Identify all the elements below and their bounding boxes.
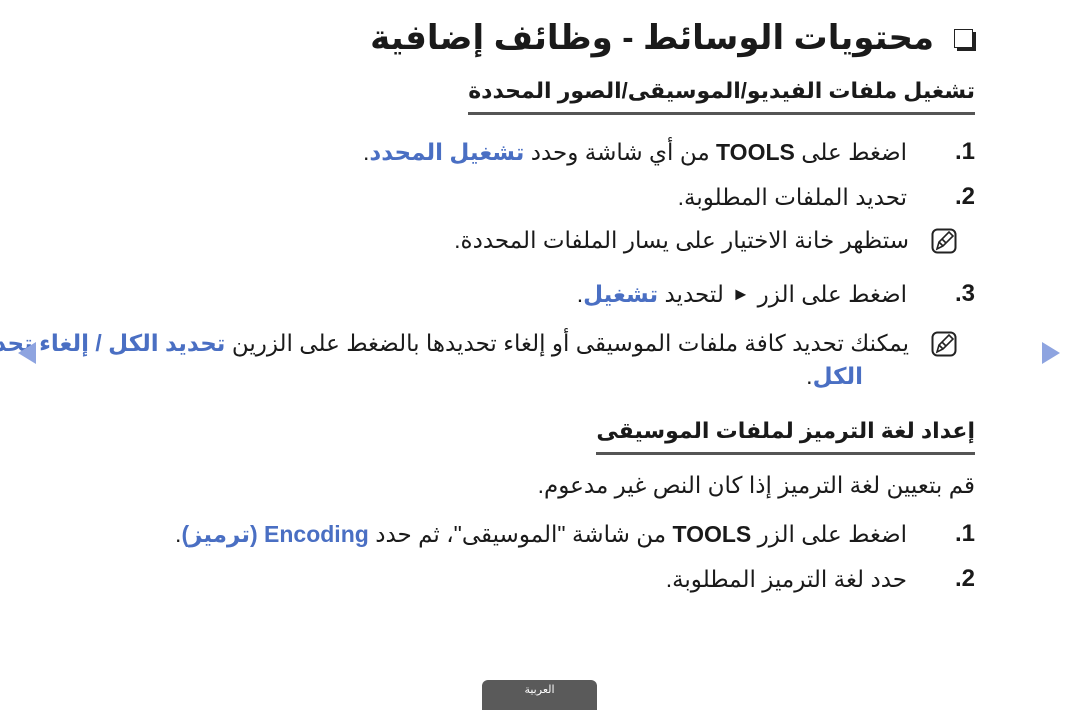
select-all-link[interactable]: تحديد الكل [108, 330, 225, 357]
encoding-step-1: 1. اضغط على الزر TOOLS من شاشة "الموسيقى… [175, 520, 975, 548]
note-text: ستظهر خانة الاختيار على يسار الملفات الم… [454, 227, 909, 253]
right-button-icon: ► [731, 283, 750, 304]
arrow-right-icon[interactable] [1042, 342, 1060, 364]
deselect-all-link[interactable]: إلغاء تحديد [0, 330, 89, 357]
section-heading-encoding: إعداد لغة الترميز لملفات الموسيقى [596, 418, 975, 455]
note-punct: . [806, 363, 813, 389]
step-number: 1. [954, 138, 975, 165]
encoding-link[interactable]: Encoding (ترميز) [181, 521, 368, 548]
note-text: يمكنك تحديد كافة ملفات الموسيقى أو إلغاء… [231, 330, 909, 356]
deselect-all-link-cont[interactable]: الكل [813, 363, 863, 390]
step-text: من شاشة "الموسيقى"، ثم حدد [375, 520, 667, 547]
note-1: ستظهر خانة الاختيار على يسار الملفات الم… [454, 227, 975, 254]
note-2-cont: الكل . [806, 363, 863, 390]
note-2: يمكنك تحديد كافة ملفات الموسيقى أو إلغاء… [0, 330, 975, 357]
step-number: 2. [954, 565, 975, 592]
step-text: تحديد الملفات المطلوبة. [677, 183, 907, 210]
separator: / [95, 330, 102, 356]
tools-key: TOOLS [716, 138, 795, 165]
step-punct: . [576, 280, 584, 307]
step-text: لتحديد [664, 280, 724, 307]
language-tab[interactable]: العربية [482, 680, 597, 710]
checkbox-bullet-icon [954, 28, 973, 48]
step-text: من أي شاشة وحدد [530, 138, 710, 165]
step-2: 2. تحديد الملفات المطلوبة. [678, 183, 975, 211]
note-pencil-icon [931, 331, 957, 356]
tools-key: TOOLS [672, 520, 752, 547]
step-number: 2. [954, 183, 975, 210]
play-selected-link[interactable]: تشغيل المحدد [369, 139, 524, 166]
step-text: حدد لغة الترميز المطلوبة. [665, 565, 907, 592]
step-text: اضغط على الزر [757, 520, 907, 547]
step-text: اضغط على [801, 138, 907, 165]
step-3: 3. اضغط على الزر ► لتحديد تشغيل . [577, 280, 975, 308]
step-punct: . [363, 138, 370, 165]
page-title-row: محتويات الوسائط - وظائف إضافية [370, 18, 975, 58]
section-heading-play-selected: تشغيل ملفات الفيديو/الموسيقى/الصور المحد… [468, 78, 975, 115]
page-title: محتويات الوسائط - وظائف إضافية [370, 19, 934, 57]
play-link[interactable]: تشغيل [583, 281, 658, 308]
step-text: اضغط على الزر [757, 280, 907, 307]
encoding-step-2: 2. حدد لغة الترميز المطلوبة. [666, 565, 975, 593]
note-pencil-icon [931, 228, 957, 253]
step-number: 1. [954, 520, 975, 547]
encoding-intro: قم بتعيين لغة الترميز إذا كان النص غير م… [537, 472, 975, 498]
step-number: 3. [954, 280, 975, 307]
step-punct: . [175, 520, 182, 547]
step-1: 1. اضغط على TOOLS من أي شاشة وحدد تشغيل … [363, 138, 975, 166]
arrow-left-icon[interactable] [18, 342, 36, 364]
